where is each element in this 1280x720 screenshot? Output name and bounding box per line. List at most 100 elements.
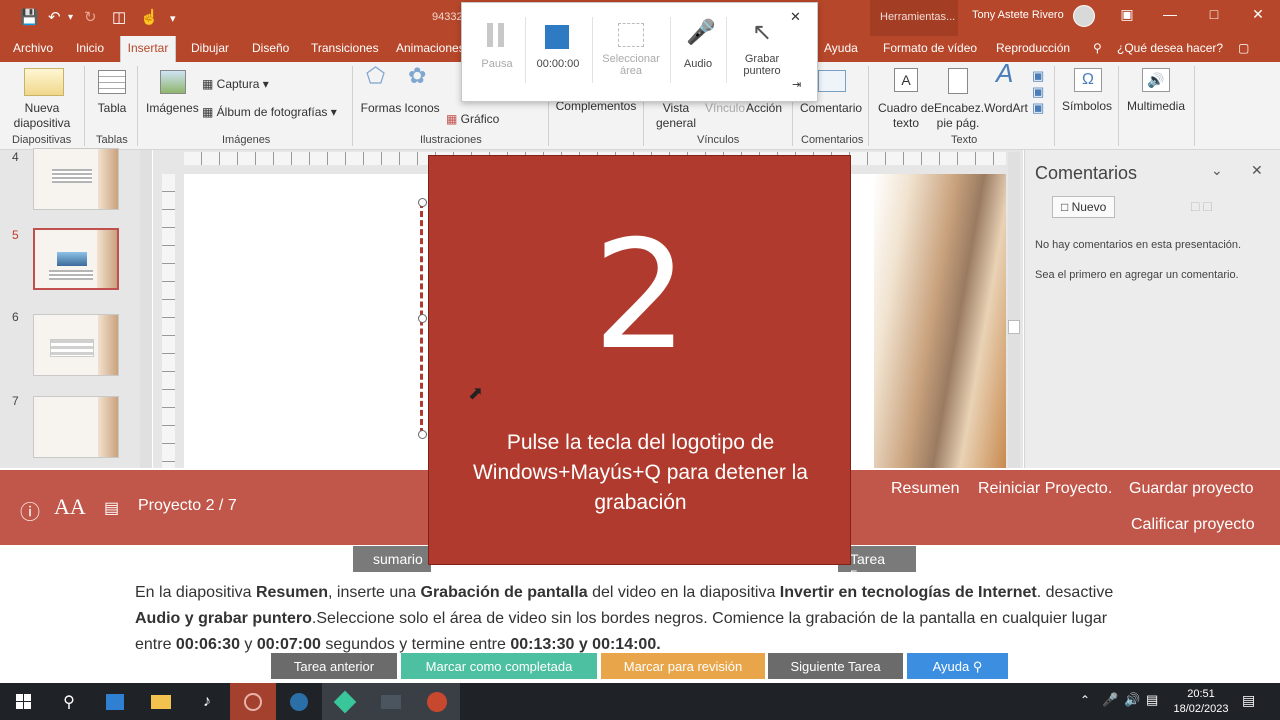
pin-icon[interactable]: ⇥ — [792, 79, 801, 91]
save-project-link[interactable]: Guardar proyecto — [1129, 480, 1254, 498]
notes-icon[interactable]: ▤ — [104, 498, 119, 518]
chevron-down-icon[interactable]: ⌄ — [1211, 162, 1223, 179]
notifications-icon[interactable]: ▤ — [1242, 692, 1255, 709]
shapes-button[interactable]: Formas — [360, 101, 402, 116]
recording-countdown-overlay: 2 Pulse la tecla del logotipo de Windows… — [428, 155, 851, 565]
audio-toggle-button[interactable]: Audio — [678, 58, 718, 70]
tab-animaciones[interactable]: Animaciones — [396, 41, 465, 55]
comments-empty-text: No hay comentarios en esta presentación. — [1035, 239, 1242, 251]
tab-formato-de-video[interactable]: Formato de vídeo — [883, 41, 977, 55]
chevron-up-icon[interactable]: ⌃ — [1080, 693, 1090, 707]
help-button[interactable]: Ayuda ⚲ — [907, 653, 1008, 679]
comment-button[interactable]: Comentario — [800, 101, 862, 116]
tab-archivo[interactable]: Archivo — [13, 41, 53, 55]
table-icon — [98, 70, 126, 94]
search-icon[interactable]: ⚲ — [46, 683, 92, 720]
textbox-button[interactable]: Cuadro de texto — [876, 101, 936, 131]
countdown-number: 2 — [592, 209, 689, 383]
resize-handle[interactable] — [418, 430, 427, 439]
record-pointer-button[interactable]: Grabar puntero — [734, 53, 790, 77]
comments-toggle-icon[interactable]: ▢ — [1238, 41, 1249, 55]
tab-dibujar[interactable]: Dibujar — [191, 41, 229, 55]
action-button[interactable]: Acción — [746, 101, 782, 116]
symbols-button[interactable]: Símbolos — [1060, 99, 1114, 114]
undo-dropdown-icon[interactable]: ▾ — [68, 12, 73, 23]
undo-icon[interactable]: ↶ — [48, 8, 61, 26]
volume-icon[interactable]: 🔊 — [1124, 692, 1140, 708]
slideshow-icon[interactable]: ◫ — [112, 8, 126, 26]
group-label: Diapositivas — [12, 134, 72, 146]
stop-icon[interactable] — [545, 25, 569, 49]
powerpoint-icon[interactable] — [414, 683, 460, 720]
tiktok-icon[interactable]: ♪ — [184, 683, 230, 720]
new-slide-button[interactable]: Nueva diapositiva — [4, 101, 80, 131]
new-comment-button[interactable]: □ Nuevo — [1052, 196, 1116, 218]
next-task-button[interactable]: Siguiente Tarea — [768, 653, 903, 679]
media-button[interactable]: Multimedia — [1124, 99, 1188, 114]
icons-button[interactable]: Iconos — [402, 101, 442, 116]
mark-review-button[interactable]: Marcar para revisión — [601, 653, 765, 679]
ribbon-display-options-icon[interactable]: ▣ — [1117, 6, 1137, 23]
tab-transiciones[interactable]: Transiciones — [311, 41, 379, 55]
slide-thumbnail[interactable] — [33, 314, 119, 376]
tab-reproduccion[interactable]: Reproducción — [996, 41, 1070, 55]
header-footer-button[interactable]: Encabez. pie pág. — [934, 101, 984, 131]
screenshot-button[interactable]: ▦ Captura ▾ — [202, 77, 269, 92]
customize-toolbar-icon[interactable]: ▾ — [170, 12, 176, 25]
network-icon[interactable]: ▤ — [1146, 692, 1158, 708]
slide-number: 5 — [12, 228, 19, 242]
divider — [1118, 66, 1119, 146]
instruction-text: , inserte una — [328, 584, 421, 601]
avatar[interactable] — [1073, 5, 1095, 27]
gmetrix-icon[interactable] — [368, 683, 414, 720]
previous-task-button[interactable]: Tarea anterior — [271, 653, 397, 679]
divider — [352, 66, 353, 146]
store-icon[interactable] — [92, 683, 138, 720]
tab-inicio[interactable]: Inicio — [76, 41, 104, 55]
tab-diseno[interactable]: Diseño — [252, 41, 289, 55]
editor-scrollbar[interactable] — [1008, 152, 1020, 468]
file-explorer-icon[interactable] — [138, 683, 184, 720]
save-icon[interactable]: 💾 — [20, 8, 39, 26]
font-size-icon[interactable]: AA — [54, 494, 86, 520]
recording-app-icon[interactable] — [230, 683, 276, 720]
app-icon[interactable] — [322, 683, 368, 720]
windows-start-icon[interactable] — [0, 683, 46, 720]
slide-thumbnail[interactable] — [33, 396, 119, 458]
task-tab-summary[interactable]: sumario — [353, 546, 431, 572]
touch-mode-icon[interactable]: ☝ — [140, 8, 159, 26]
table-button[interactable]: Tabla — [92, 101, 132, 116]
photo-album-button[interactable]: ▦ Álbum de fotografías ▾ — [202, 105, 337, 120]
text-extra-icons[interactable]: ▣ ▣ ▣ — [1032, 68, 1044, 116]
close-comments-icon[interactable]: ✕ — [1251, 162, 1263, 179]
zoom-summary-button[interactable]: Vista general — [651, 101, 701, 131]
vertical-ruler — [162, 174, 175, 468]
tell-me-input[interactable]: ¿Qué desea hacer? — [1117, 41, 1223, 55]
restart-project-link[interactable]: Reiniciar Proyecto. — [978, 480, 1112, 498]
divider — [1054, 66, 1055, 146]
slide-thumbnail-selected[interactable] — [33, 228, 119, 290]
pause-button: Pausa — [481, 58, 513, 70]
resize-handle[interactable] — [418, 198, 427, 207]
microphone-tray-icon[interactable]: 🎤 — [1102, 692, 1118, 708]
steam-icon[interactable] — [276, 683, 322, 720]
mark-complete-button[interactable]: Marcar como completada — [401, 653, 597, 679]
tab-ayuda[interactable]: Ayuda — [824, 41, 858, 55]
clock[interactable]: 20:51 18/02/2023 — [1170, 687, 1232, 717]
maximize-icon[interactable]: □ — [1204, 6, 1224, 22]
resize-handle[interactable] — [418, 314, 427, 323]
chart-button[interactable]: ▦ Gráfico — [446, 112, 499, 127]
group-label: Ilustraciones — [420, 134, 482, 146]
close-recorder-icon[interactable]: ✕ — [790, 10, 801, 23]
wordart-button[interactable]: WordArt — [984, 101, 1028, 116]
slide-thumbnail[interactable] — [33, 148, 119, 210]
user-name[interactable]: Tony Astete Rivero — [972, 9, 1064, 21]
minimize-icon[interactable]: — — [1160, 6, 1180, 22]
tab-insertar[interactable]: Insertar — [120, 36, 176, 63]
grade-project-link[interactable]: Calificar proyecto — [1131, 516, 1255, 534]
help-circle-icon[interactable]: ⓘ — [20, 496, 40, 525]
slides-scrollbar[interactable] — [140, 150, 152, 468]
images-button[interactable]: Imágenes — [146, 101, 199, 116]
summary-link[interactable]: Resumen — [891, 480, 959, 498]
close-icon[interactable]: ✕ — [1248, 6, 1268, 23]
